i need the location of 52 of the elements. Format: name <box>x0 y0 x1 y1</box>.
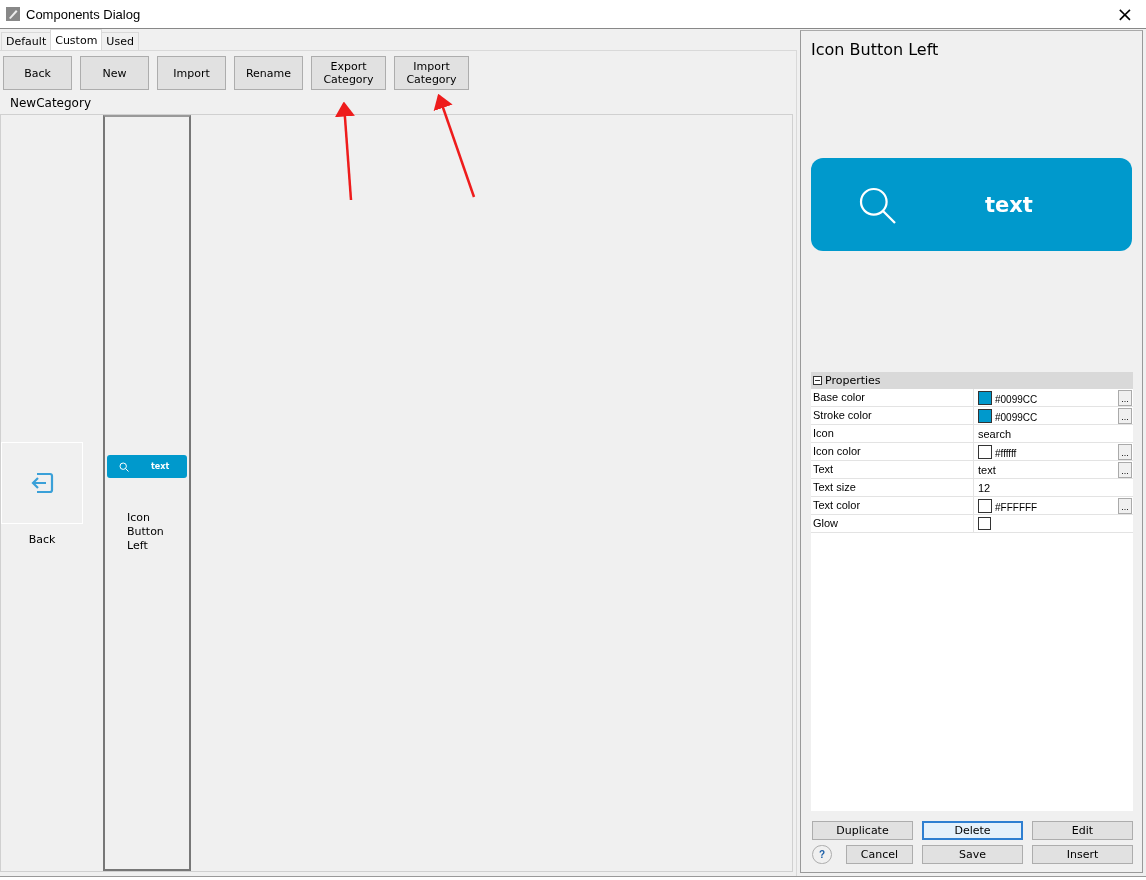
close-button[interactable]: × <box>1108 0 1142 28</box>
component-item[interactable]: Back <box>1 115 83 871</box>
property-value: #0099CC <box>995 412 1038 423</box>
component-label: Back <box>28 533 56 546</box>
property-name: Text color <box>811 497 974 514</box>
toolbar-button[interactable]: Back <box>3 56 72 90</box>
help-button[interactable]: ? <box>812 845 832 864</box>
thumbnail-text: text <box>151 462 170 471</box>
toolbar-button[interactable]: Export Category <box>311 56 386 90</box>
component-title: Icon Button Left <box>810 39 940 61</box>
ellipsis-button[interactable]: ... <box>1118 407 1132 424</box>
search-icon <box>119 461 129 472</box>
properties-header-text: Properties <box>825 374 881 387</box>
property-value: text <box>978 463 996 476</box>
exit-icon <box>29 470 55 496</box>
property-name: Icon color <box>811 443 974 460</box>
property-name: Text size <box>811 479 974 496</box>
dialog-button[interactable]: Insert <box>1032 845 1133 864</box>
checkbox[interactable] <box>978 517 991 530</box>
dialog-button[interactable]: Edit <box>1032 821 1133 840</box>
preview-text: text <box>985 192 1033 217</box>
component-label: Icon Button Left <box>127 511 165 553</box>
tab[interactable]: Default <box>1 32 52 50</box>
property-name: Glow <box>811 515 974 532</box>
property-value: #FFFFFF <box>995 502 1038 513</box>
tab[interactable]: Used <box>101 32 139 50</box>
ellipsis-button[interactable]: ... <box>1118 389 1132 406</box>
toolbar-button[interactable]: Rename <box>234 56 303 90</box>
toolbar-button[interactable]: Import Category <box>394 56 469 90</box>
property-value: search <box>978 427 1012 440</box>
dialog-button[interactable]: Cancel <box>846 845 913 864</box>
toolbar-button[interactable]: New <box>80 56 149 90</box>
toolbar-button[interactable]: Import <box>157 56 226 90</box>
property-name: Text <box>811 461 974 478</box>
property-value: 12 <box>978 481 991 494</box>
dialog-button[interactable]: Duplicate <box>812 821 913 840</box>
dialog-button[interactable]: Delete <box>922 821 1023 840</box>
component-item[interactable]: text Icon Button Left <box>103 115 191 871</box>
property-value: #ffffff <box>995 448 1017 459</box>
window-title: Components Dialog <box>26 6 141 22</box>
property-name: Stroke color <box>811 407 974 424</box>
tab[interactable]: Custom <box>50 29 103 50</box>
category-label: NewCategory <box>9 95 92 112</box>
dialog-button[interactable]: Save <box>922 845 1023 864</box>
property-value: #0099CC <box>995 394 1038 405</box>
property-name: Base color <box>811 389 974 406</box>
ellipsis-button[interactable]: ... <box>1118 443 1132 460</box>
ellipsis-button[interactable]: ... <box>1118 497 1132 514</box>
ellipsis-button[interactable]: ... <box>1118 461 1132 478</box>
property-name: Icon <box>811 425 974 442</box>
app-icon <box>6 7 20 21</box>
properties-header[interactable]: Properties <box>811 372 1133 389</box>
